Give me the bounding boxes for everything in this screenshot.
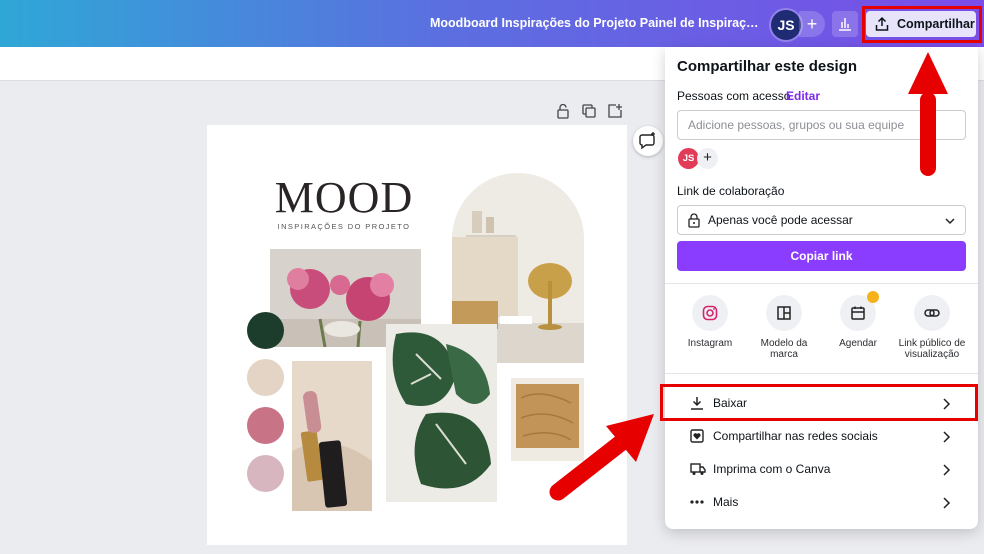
arrow-diagonal-icon xyxy=(549,414,654,501)
arrow-up-icon xyxy=(908,52,948,176)
annotation-arrows xyxy=(549,52,948,501)
